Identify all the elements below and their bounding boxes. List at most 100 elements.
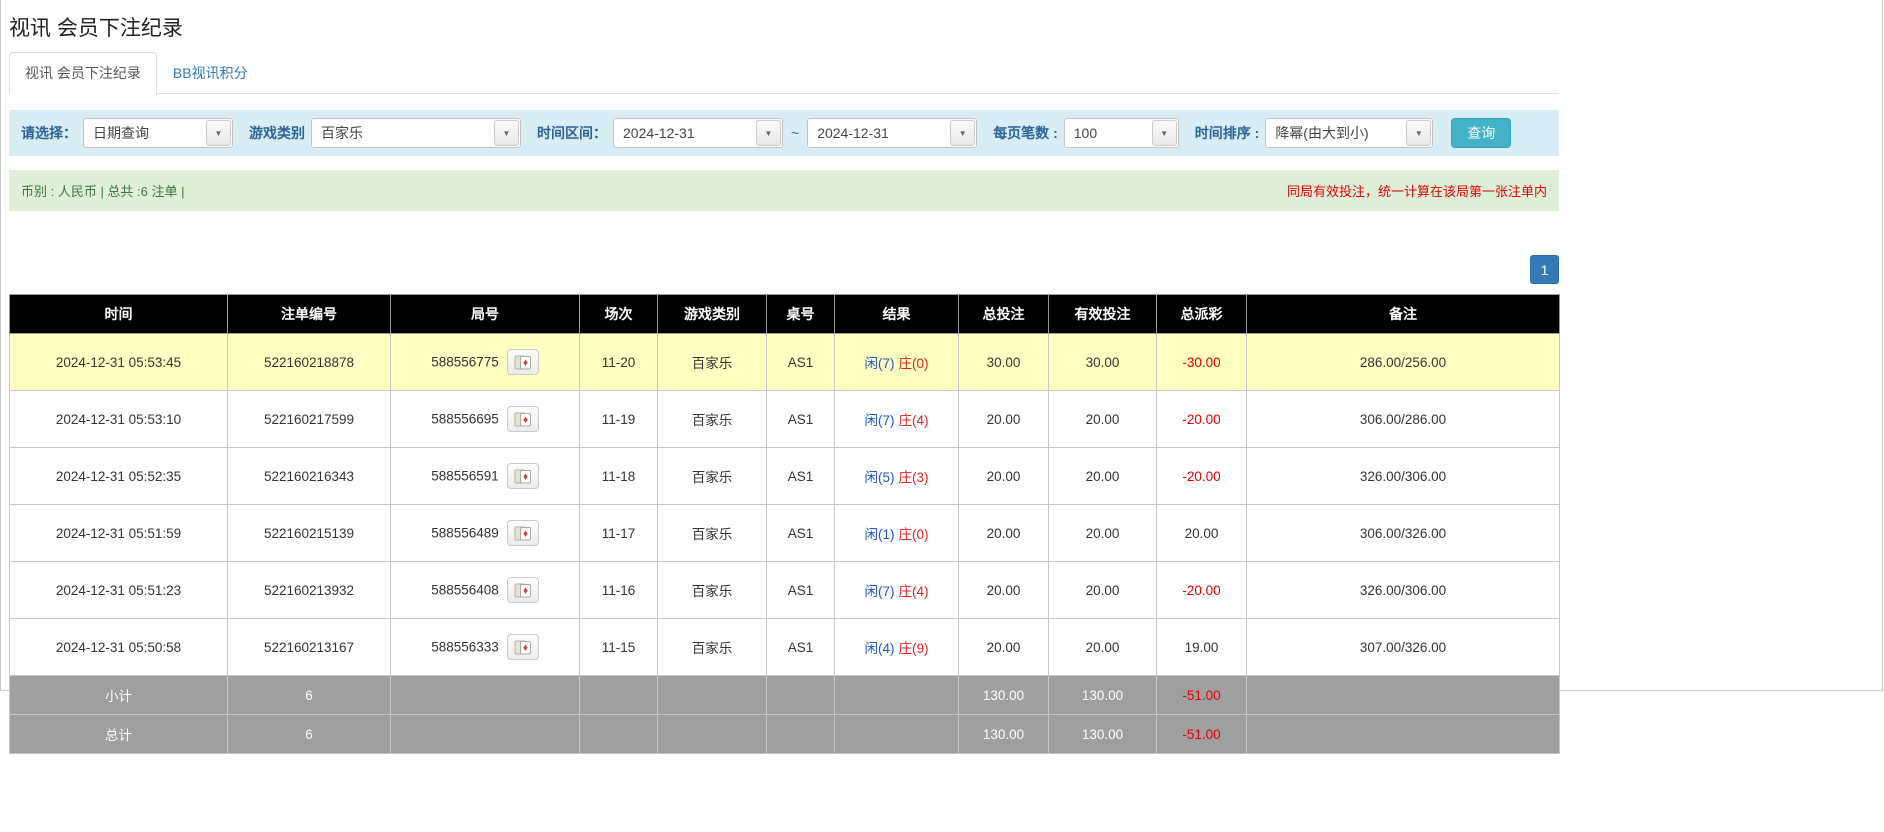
- cell-valid-bet: 20.00: [1049, 448, 1157, 505]
- result-banker: 庄(0): [899, 527, 929, 542]
- column-header: 桌号: [767, 295, 835, 334]
- sort-order-combobox[interactable]: 降幂(由大到小) ▼: [1265, 118, 1433, 148]
- chevron-down-icon[interactable]: ▼: [950, 120, 975, 146]
- cell-total-bet[interactable]: 20.00: [959, 391, 1049, 448]
- view-cards-icon[interactable]: [507, 463, 539, 489]
- cell-round-id: 588556489: [391, 505, 580, 562]
- cell-total-bet[interactable]: 20.00: [959, 619, 1049, 676]
- cell-time: 2024-12-31 05:53:45: [10, 334, 228, 391]
- column-header: 局号: [391, 295, 580, 334]
- page-size-value: 100: [1065, 125, 1106, 141]
- total-row: 总计 6 130.00 130.00 -51.00: [10, 715, 1560, 754]
- tab-betting-records[interactable]: 视讯 会员下注纪录: [9, 52, 157, 94]
- cell-session: 11-19: [580, 391, 658, 448]
- empty-cell: [391, 715, 580, 754]
- table-row: 2024-12-31 05:52:35 522160216343 5885565…: [10, 448, 1560, 505]
- round-id-text: 588556333: [431, 640, 499, 655]
- page-size-combobox[interactable]: 100 ▼: [1064, 118, 1179, 148]
- total-total-bet: 130.00: [959, 715, 1049, 754]
- page-button-1[interactable]: 1: [1530, 255, 1559, 284]
- subtotal-row: 小计 6 130.00 130.00 -51.00: [10, 676, 1560, 715]
- round-id-text: 588556591: [431, 469, 499, 484]
- cell-game-type: 百家乐: [658, 562, 767, 619]
- cell-table-no: AS1: [767, 391, 835, 448]
- result-player: 闲(4): [865, 641, 895, 656]
- cell-remark: 326.00/306.00: [1247, 448, 1560, 505]
- total-label: 总计: [10, 715, 228, 754]
- cell-session: 11-15: [580, 619, 658, 676]
- subtotal-label: 小计: [10, 676, 228, 715]
- table-body: 2024-12-31 05:53:45 522160218878 5885567…: [10, 334, 1560, 676]
- view-cards-icon[interactable]: [507, 349, 539, 375]
- filter-label-time-range: 时间区间：: [537, 123, 607, 143]
- page-title: 视讯 会员下注纪录: [9, 0, 1559, 52]
- game-type-combobox[interactable]: 百家乐 ▼: [311, 118, 521, 148]
- cell-bet-id: 522160216343: [228, 448, 391, 505]
- empty-cell: [391, 676, 580, 715]
- currency-total-text: 币别 : 人民币 | 总共 :6 注单 |: [21, 181, 185, 200]
- cell-result: 闲(1)庄(0): [835, 505, 959, 562]
- cell-total-bet[interactable]: 30.00: [959, 334, 1049, 391]
- cell-game-type: 百家乐: [658, 619, 767, 676]
- total-count: 6: [228, 715, 391, 754]
- tab-bb-video-points[interactable]: BB视讯积分: [157, 52, 264, 94]
- query-type-value: 日期查询: [84, 123, 158, 143]
- content-panel: 视讯 会员下注纪录 视讯 会员下注纪录 BB视讯积分 请选择： 日期查询 ▼ 游…: [0, 0, 1883, 691]
- filter-label-select: 请选择：: [21, 123, 77, 143]
- chevron-down-icon[interactable]: ▼: [1406, 120, 1431, 146]
- cell-total-bet[interactable]: 20.00: [959, 505, 1049, 562]
- result-banker: 庄(4): [899, 584, 929, 599]
- chevron-down-icon[interactable]: ▼: [756, 120, 781, 146]
- cell-total-bet[interactable]: 20.00: [959, 562, 1049, 619]
- table-row: 2024-12-31 05:50:58 522160213167 5885563…: [10, 619, 1560, 676]
- cell-result: 闲(5)庄(3): [835, 448, 959, 505]
- chevron-down-icon[interactable]: ▼: [494, 120, 519, 146]
- cell-time: 2024-12-31 05:51:23: [10, 562, 228, 619]
- column-header: 备注: [1247, 295, 1560, 334]
- date-to-value: 2024-12-31: [808, 125, 898, 141]
- cell-table-no: AS1: [767, 334, 835, 391]
- date-from-input[interactable]: 2024-12-31 ▼: [613, 118, 783, 148]
- game-type-value: 百家乐: [312, 123, 372, 143]
- cell-bet-id: 522160218878: [228, 334, 391, 391]
- round-id-text: 588556775: [431, 355, 499, 370]
- cell-payout: 20.00: [1157, 505, 1247, 562]
- cell-result: 闲(7) 庄(4): [835, 562, 959, 619]
- view-cards-icon[interactable]: [507, 520, 539, 546]
- view-cards-icon[interactable]: [507, 634, 539, 660]
- cell-remark: 306.00/326.00: [1247, 505, 1560, 562]
- cell-remark: 307.00/326.00: [1247, 619, 1560, 676]
- betting-records-table: 时间注单编号局号场次游戏类别桌号结果总投注有效投注总派彩备注 2024-12-3…: [9, 294, 1560, 754]
- view-cards-icon[interactable]: [507, 406, 539, 432]
- result-player: 闲(5): [865, 470, 895, 485]
- column-header: 结果: [835, 295, 959, 334]
- range-separator: ~: [789, 125, 801, 141]
- chevron-down-icon[interactable]: ▼: [206, 120, 231, 146]
- column-header: 总投注: [959, 295, 1049, 334]
- column-header: 注单编号: [228, 295, 391, 334]
- cell-game-type: 百家乐: [658, 448, 767, 505]
- cell-game-type: 百家乐: [658, 505, 767, 562]
- cell-total-bet[interactable]: 20.00: [959, 448, 1049, 505]
- table-row: 2024-12-31 05:51:59 522160215139 5885564…: [10, 505, 1560, 562]
- result-player: 闲(7): [865, 413, 895, 428]
- chevron-down-icon[interactable]: ▼: [1152, 120, 1177, 146]
- round-id-text: 588556408: [431, 583, 499, 598]
- date-to-input[interactable]: 2024-12-31 ▼: [807, 118, 977, 148]
- subtotal-payout: -51.00: [1157, 676, 1247, 715]
- cell-payout: -20.00: [1157, 391, 1247, 448]
- cell-result: 闲(4)庄(9): [835, 619, 959, 676]
- total-valid-bet: 130.00: [1049, 715, 1157, 754]
- query-button[interactable]: 查询: [1451, 118, 1511, 148]
- result-banker: 庄(0): [899, 356, 929, 371]
- result-player: 闲(7): [865, 584, 895, 599]
- cell-result: 闲(7)庄(0): [835, 334, 959, 391]
- cell-table-no: AS1: [767, 619, 835, 676]
- round-id-text: 588556489: [431, 526, 499, 541]
- cell-payout: -20.00: [1157, 562, 1247, 619]
- cell-game-type: 百家乐: [658, 391, 767, 448]
- query-type-combobox[interactable]: 日期查询 ▼: [83, 118, 233, 148]
- cell-result: 闲(7)庄(4): [835, 391, 959, 448]
- cell-table-no: AS1: [767, 562, 835, 619]
- view-cards-icon[interactable]: [507, 577, 539, 603]
